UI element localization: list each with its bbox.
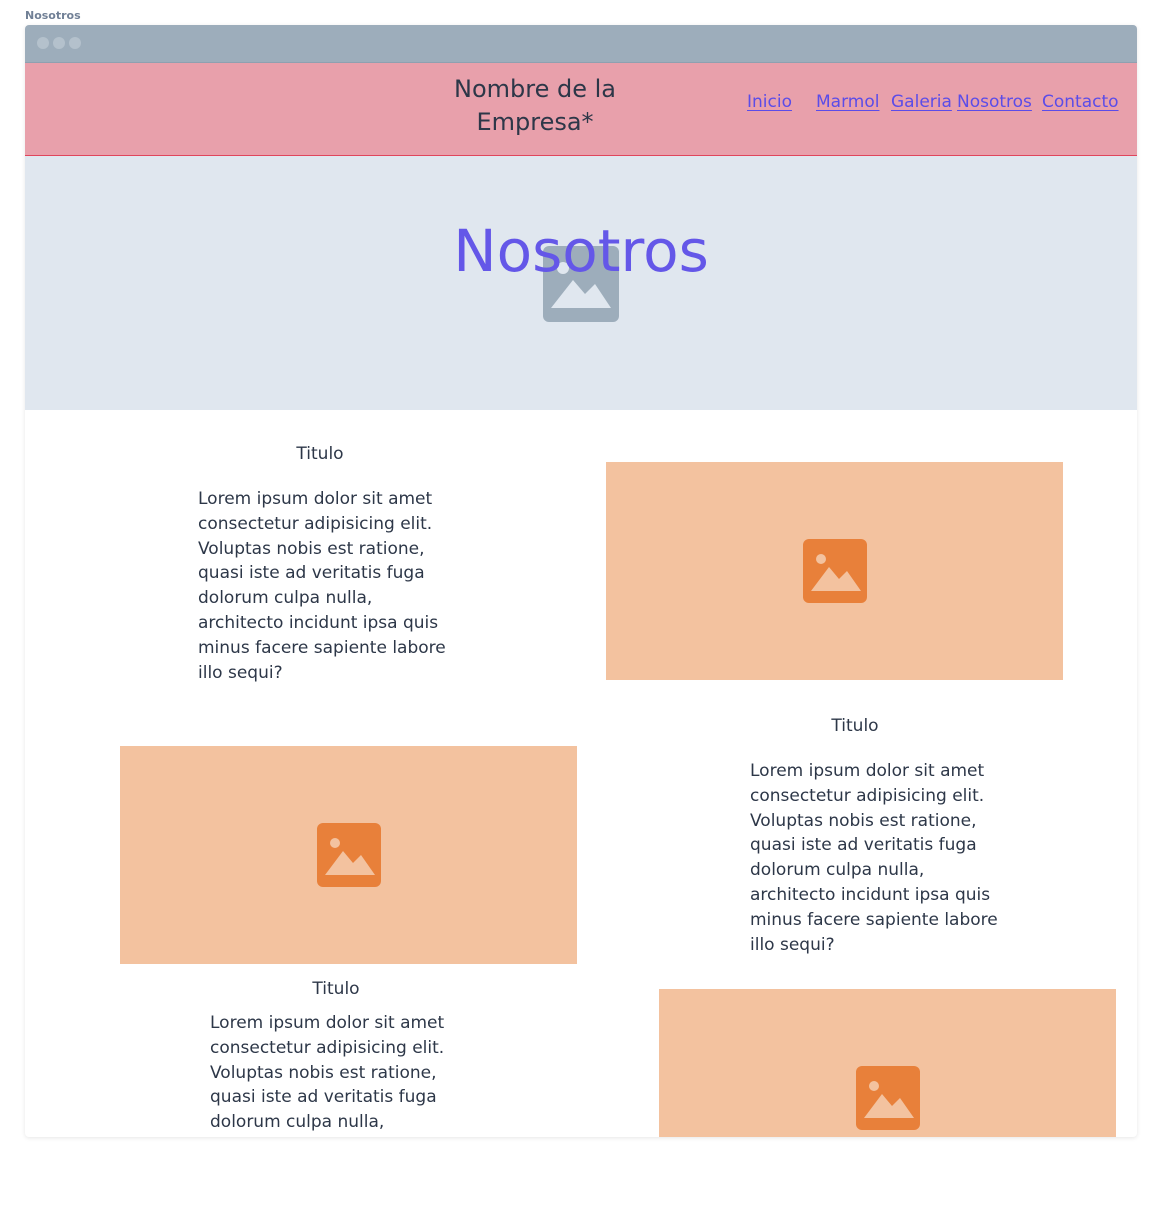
company-name: Nombre de la Empresa* — [454, 75, 616, 136]
browser-window: Nombre de la Empresa* Inicio Marmol Gale… — [25, 25, 1137, 1137]
frame-label: Nosotros — [25, 9, 81, 22]
window-dot-icon[interactable] — [69, 37, 81, 49]
image-icon — [856, 1066, 920, 1130]
hero-banner: Nosotros — [25, 156, 1137, 410]
nav-link-marmol[interactable]: Marmol — [816, 92, 879, 112]
section-text: Lorem ipsum dolor sit amet consectetur a… — [210, 1013, 445, 1133]
section-text: Lorem ipsum dolor sit amet consectetur a… — [750, 761, 998, 955]
nav-link-nosotros[interactable]: Nosotros — [957, 92, 1032, 112]
site-header: Nombre de la Empresa* Inicio Marmol Gale… — [25, 62, 1137, 157]
section-text: Lorem ipsum dolor sit amet consectetur a… — [198, 489, 446, 683]
nav-link-contacto[interactable]: Contacto — [1042, 92, 1119, 112]
window-dot-icon[interactable] — [37, 37, 49, 49]
image-placeholder — [606, 462, 1063, 680]
page-title: Nosotros — [453, 217, 709, 285]
browser-toolbar — [25, 25, 1137, 62]
window-dot-icon[interactable] — [53, 37, 65, 49]
nav-link-inicio[interactable]: Inicio — [747, 92, 792, 112]
nav-link-galeria[interactable]: Galeria — [891, 92, 952, 112]
section-title: Titulo — [831, 716, 879, 736]
section-title: Titulo — [296, 444, 344, 464]
section-title: Titulo — [312, 979, 360, 999]
image-placeholder — [659, 989, 1116, 1137]
image-icon — [317, 823, 381, 887]
image-placeholder — [120, 746, 577, 964]
image-icon — [803, 539, 867, 603]
